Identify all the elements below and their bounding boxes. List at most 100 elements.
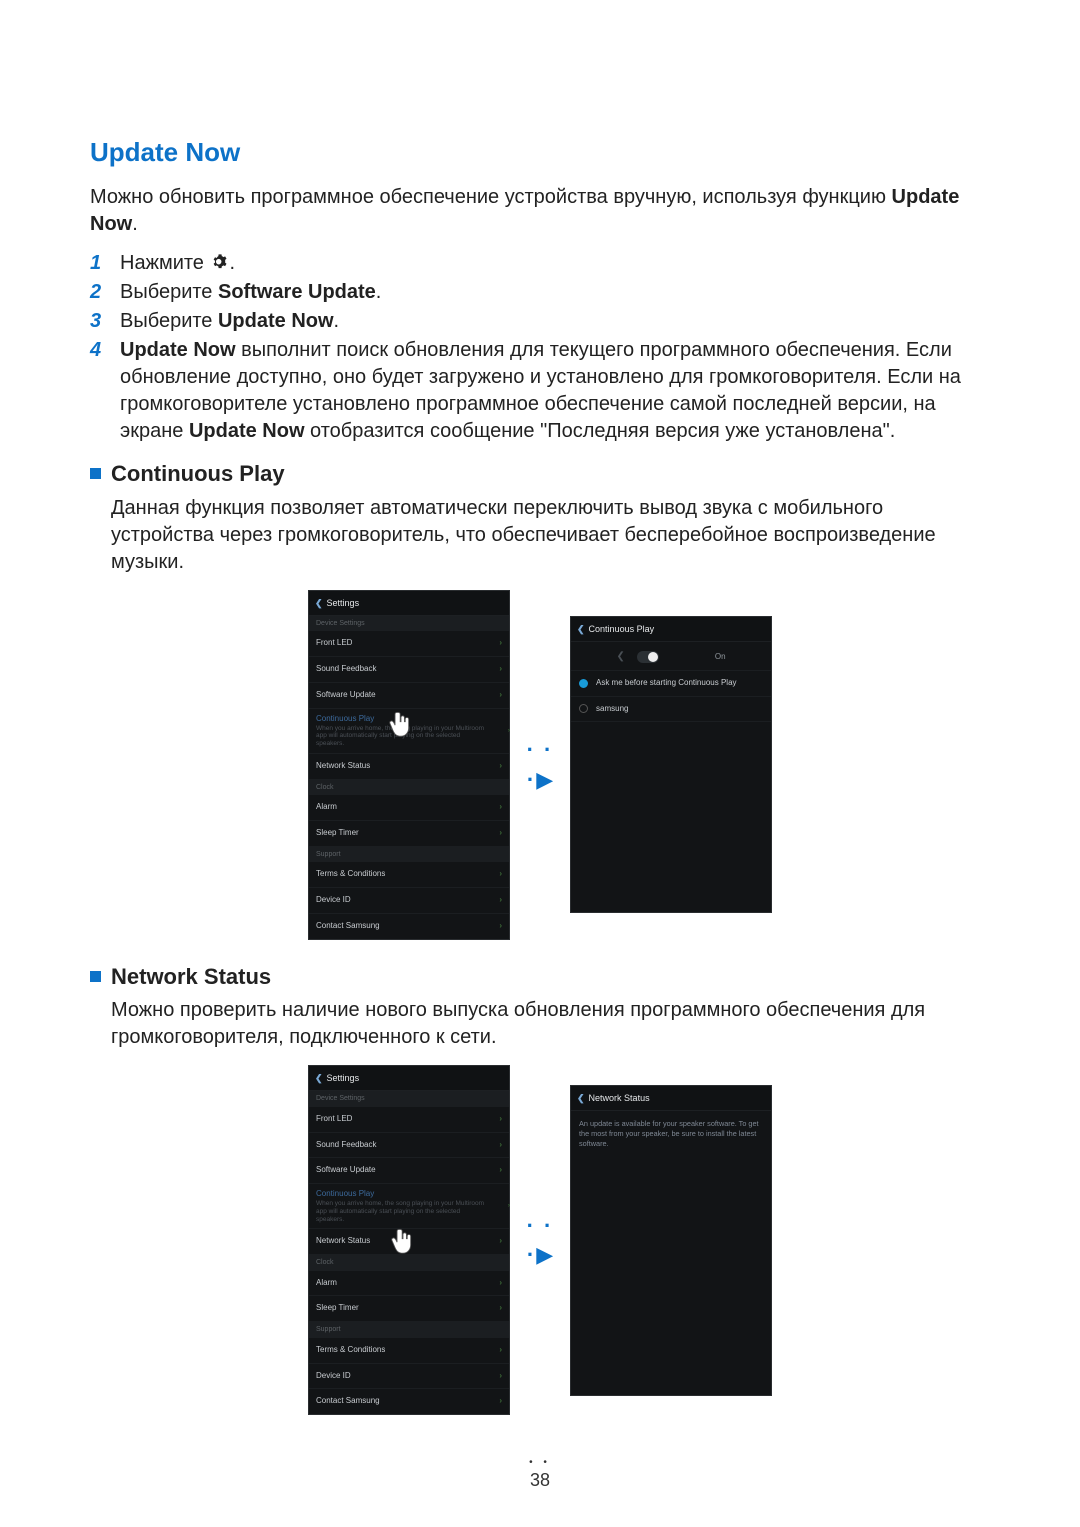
contact-label: Contact Samsung [316,921,380,932]
continuous-play-screenshots: ❮Settings Device Settings Front LED› Sou… [90,590,990,940]
chevron-right-icon: › [499,869,502,880]
row-device-id[interactable]: Device ID › [309,888,509,914]
chevron-right-icon: › [499,1371,502,1382]
back-icon[interactable]: ❮ [577,623,585,635]
ns-header[interactable]: ❮Network Status [571,1086,771,1111]
cp-header[interactable]: ❮Continuous Play [571,617,771,642]
toggle-label: On [715,652,726,663]
terms-label: Terms & Conditions [316,1345,385,1356]
settings-header[interactable]: ❮ Settings [309,591,509,616]
front-led-label: Front LED [316,638,352,649]
continuous-play-desc: When you arrive home, the song playing i… [316,1200,502,1223]
row-sound-feedback[interactable]: Sound Feedback› [309,657,509,683]
row-continuous-play[interactable]: Continuous Play When you arrive home, th… [309,709,509,754]
subheading-network-status: Network Status [90,962,990,992]
row-terms[interactable]: Terms & Conditions› [309,1338,509,1364]
section-clock: Clock [309,1255,509,1270]
toggle-prev-icon: ❮ [616,650,624,664]
chevron-right-icon: › [499,895,502,906]
row-network-status[interactable]: Network Status› [309,754,509,780]
network-status-screenshots: ❮ Settings Device Settings Front LED› Sou… [90,1065,990,1415]
terms-label: Terms & Conditions [316,869,385,880]
row-alarm[interactable]: Alarm › [309,795,509,821]
chevron-right-icon: › [499,1396,502,1407]
step-3-prefix: Выберите [120,310,218,332]
row-sound-feedback[interactable]: Sound Feedback› [309,1133,509,1159]
row-alarm[interactable]: Alarm› [309,1271,509,1297]
step-3-number: 3 [90,308,120,335]
bullet-icon [90,468,101,479]
settings-screenshot-2: ❮ Settings Device Settings Front LED› Sou… [308,1065,510,1415]
cp-toggle-row[interactable]: ❮ On [571,642,771,671]
row-sleep-timer[interactable]: Sleep Timer › [309,1296,509,1322]
row-device-id[interactable]: Device ID› [309,1364,509,1390]
arrow-icon: · · ·▶ [510,1211,570,1270]
chevron-right-icon: › [499,1236,502,1247]
subheading-network-label: Network Status [111,962,271,992]
row-contact[interactable]: Contact Samsung › [309,914,509,939]
settings-header[interactable]: ❮ Settings [309,1066,509,1091]
sleep-timer-label: Sleep Timer [316,1303,359,1314]
chevron-right-icon: › [499,761,502,772]
chevron-right-icon: › [499,638,502,649]
row-front-led[interactable]: Front LED› [309,1107,509,1133]
settings-screenshot-1: ❮Settings Device Settings Front LED› Sou… [308,590,510,940]
step-2-suffix: . [376,281,382,303]
row-network-status[interactable]: Network Status › [309,1229,509,1255]
heading-update-now: Update Now [90,135,990,170]
row-sleep-timer[interactable]: Sleep Timer › [309,821,509,847]
ns-message: An update is available for your speaker … [571,1111,771,1157]
row-continuous-play[interactable]: Continuous Play When you arrive home, th… [309,1184,509,1229]
section-device-settings: Device Settings [309,1091,509,1106]
chevron-right-icon: › [499,921,502,932]
chevron-right-icon: › [499,1114,502,1125]
page-number: 38 [530,1470,550,1490]
chevron-right-icon: › [499,1303,502,1314]
settings-title: Settings [327,1072,360,1084]
toggle-switch[interactable] [637,651,659,663]
step-2-number: 2 [90,279,120,306]
back-icon[interactable]: ❮ [577,1092,585,1104]
network-status-body: Можно проверить наличие нового выпуска о… [111,997,990,1051]
toggle-knob [648,652,658,662]
step-2-prefix: Выберите [120,281,218,303]
step-1-number: 1 [90,250,120,277]
step-3: 3 Выберите Update Now. [90,308,990,335]
row-software-update[interactable]: Software Update› [309,1158,509,1184]
chevron-right-icon: › [508,727,510,735]
step-4: 4 Update Now выполнит поиск обновления д… [90,337,990,445]
software-update-label: Software Update [316,690,376,701]
alarm-label: Alarm [316,802,337,813]
section-clock: Clock [309,780,509,795]
radio-off-icon [579,704,588,713]
continuous-play-title: Continuous Play [316,714,502,725]
network-status-label: Network Status [316,1236,370,1247]
step-3-suffix: . [334,310,340,332]
row-front-led[interactable]: Front LED › [309,631,509,657]
back-icon[interactable]: ❮ [315,1072,323,1084]
cp-opt2-label: samsung [596,704,628,715]
subheading-continuous-label: Continuous Play [111,459,285,489]
intro-suffix: . [132,213,138,235]
cp-opt2[interactable]: samsung [571,697,771,723]
cp-opt1[interactable]: Ask me before starting Continuous Play [571,671,771,697]
step-3-bold: Update Now [218,310,334,332]
device-id-label: Device ID [316,895,351,906]
step-4-bold2: Update Now [189,420,305,442]
arrow-triangle: ▶ [536,1242,553,1267]
chevron-right-icon: › [499,802,502,813]
bullet-icon [90,971,101,982]
row-software-update[interactable]: Software Update› [309,683,509,709]
network-status-screenshot: ❮Network Status An update is available f… [570,1085,772,1396]
row-terms[interactable]: Terms & Conditions › [309,862,509,888]
step-2: 2 Выберите Software Update. [90,279,990,306]
intro-text: Можно обновить программное обеспечение у… [90,184,990,238]
footer-dots: • • [0,1456,1080,1470]
alarm-label: Alarm [316,1278,337,1289]
sleep-timer-label: Sleep Timer [316,828,359,839]
row-contact[interactable]: Contact Samsung› [309,1389,509,1414]
settings-title: Settings [327,597,360,609]
chevron-right-icon: › [499,828,502,839]
back-icon[interactable]: ❮ [315,597,323,609]
sound-feedback-label: Sound Feedback [316,1140,377,1151]
